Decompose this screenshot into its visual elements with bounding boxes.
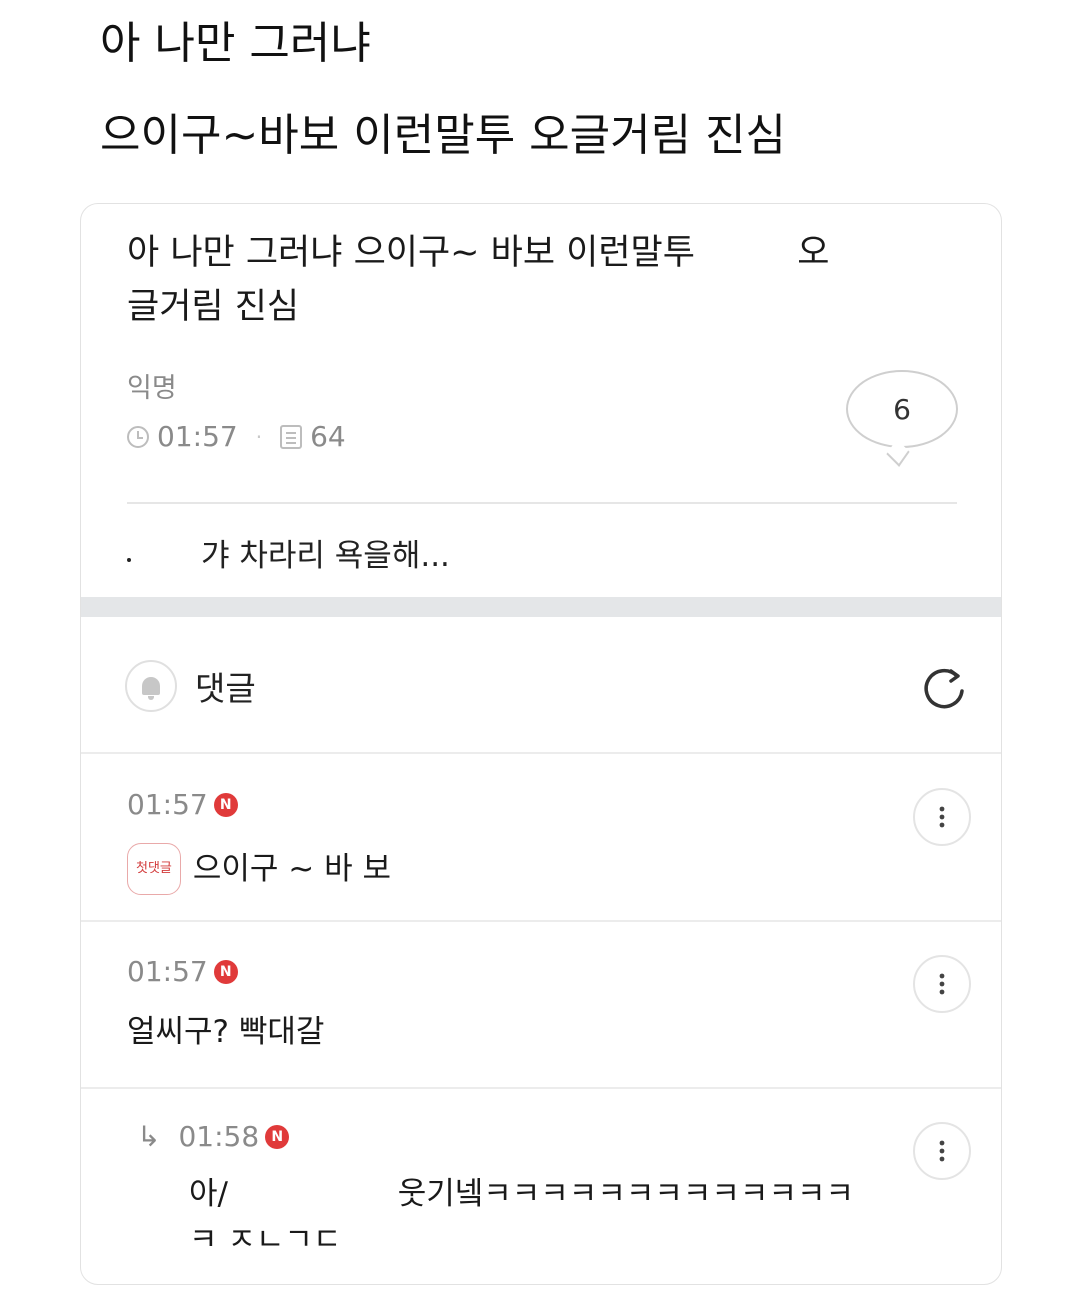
more-options-button[interactable] bbox=[913, 1122, 971, 1180]
new-badge: N bbox=[213, 792, 238, 817]
post-meta: 01:57 · 64 bbox=[127, 420, 346, 453]
new-badge: N bbox=[213, 959, 238, 984]
comment-meta: 01:57 N bbox=[127, 788, 957, 821]
reply-arrow-icon: ↳ bbox=[137, 1120, 161, 1153]
comment-text: 으이구 ~ 바 보 bbox=[192, 851, 392, 887]
redacted-area bbox=[706, 239, 787, 269]
redacted-dot bbox=[127, 557, 131, 562]
post-views: 64 bbox=[310, 420, 346, 453]
post-title[interactable]: 아 나만 그러냐 으이구~ 바보 이런말투 오 글거림 진심 bbox=[127, 226, 907, 334]
comment-item: 01:57 N 얼씨구? 빡대갈 bbox=[127, 955, 957, 1054]
comment-text: 얼씨구? 빡대갈 bbox=[127, 1014, 325, 1050]
comment-time: 01:57 bbox=[127, 955, 208, 988]
reply-body: 아/ 웃기넼ㅋㅋㅋㅋㅋㅋㅋㅋㅋㅋㅋㅋㅋ ㅋ ㅈㄴㄱㄷ bbox=[127, 1171, 879, 1263]
post-card: 아 나만 그러냐 으이구~ 바보 이런말투 오 글거림 진심 익명 01:57 … bbox=[80, 203, 1002, 1285]
refresh-icon[interactable] bbox=[917, 662, 971, 716]
notification-toggle[interactable] bbox=[125, 660, 177, 712]
preview-text: 갸 차라리 욕을해... bbox=[201, 538, 450, 574]
section-separator-band bbox=[81, 597, 1001, 617]
comment-body: 첫댓글 으이구 ~ 바 보 bbox=[127, 843, 957, 895]
post-title-text: 아 나만 그러냐 으이구~ 바보 이런말투 bbox=[127, 233, 695, 273]
author-name: 익명 bbox=[127, 373, 177, 404]
redacted-area bbox=[237, 1180, 388, 1211]
more-vertical-icon bbox=[939, 1140, 945, 1162]
more-vertical-icon bbox=[939, 806, 945, 828]
caption-line-2: 으이구~바보 이런말투 오글거림 진심 bbox=[100, 110, 787, 161]
row-divider bbox=[81, 1087, 1001, 1089]
comments-header: 댓글 bbox=[125, 660, 256, 712]
more-options-button[interactable] bbox=[913, 955, 971, 1013]
more-options-button[interactable] bbox=[913, 788, 971, 846]
reply-text-end: 웃기넼ㅋㅋㅋㅋㅋㅋㅋㅋㅋㅋㅋㅋㅋ bbox=[397, 1176, 855, 1212]
row-divider bbox=[81, 752, 1001, 754]
comment-time: 01:57 bbox=[127, 788, 208, 821]
comments-label: 댓글 bbox=[195, 669, 256, 708]
meta-separator: · bbox=[255, 424, 263, 449]
comment-meta: ↳ 01:58 N bbox=[127, 1120, 957, 1153]
more-vertical-icon bbox=[939, 973, 945, 995]
row-divider bbox=[81, 920, 1001, 922]
post-time: 01:57 bbox=[157, 420, 238, 453]
clock-icon bbox=[127, 425, 149, 448]
reply-text-start: 아/ bbox=[189, 1176, 228, 1212]
comment-item: 01:57 N 첫댓글 으이구 ~ 바 보 bbox=[127, 788, 957, 895]
comment-meta: 01:57 N bbox=[127, 955, 957, 988]
reply-item: ↳ 01:58 N 아/ 웃기넼ㅋㅋㅋㅋㅋㅋㅋㅋㅋㅋㅋㅋㅋ ㅋ ㅈㄴㄱㄷ bbox=[127, 1120, 957, 1263]
comment-count: 6 bbox=[893, 392, 911, 426]
post-title-line2: 글거림 진심 bbox=[127, 287, 300, 327]
caption-line-1: 아 나만 그러냐 bbox=[100, 18, 371, 69]
comment-time: 01:58 bbox=[178, 1120, 260, 1153]
post-title-text-end: 오 bbox=[797, 233, 830, 273]
post-preview[interactable]: 갸 차라리 욕을해... bbox=[127, 530, 450, 575]
comment-body: 얼씨구? 빡대갈 bbox=[127, 1010, 957, 1054]
reply-text-line2: ㅋ ㅈㄴㄱㄷ bbox=[189, 1222, 342, 1258]
divider bbox=[127, 502, 957, 504]
new-badge: N bbox=[265, 1124, 290, 1149]
bell-icon bbox=[142, 677, 160, 700]
first-comment-tag: 첫댓글 bbox=[127, 843, 181, 895]
comment-count-bubble[interactable]: 6 bbox=[846, 370, 958, 448]
views-icon bbox=[280, 424, 303, 449]
